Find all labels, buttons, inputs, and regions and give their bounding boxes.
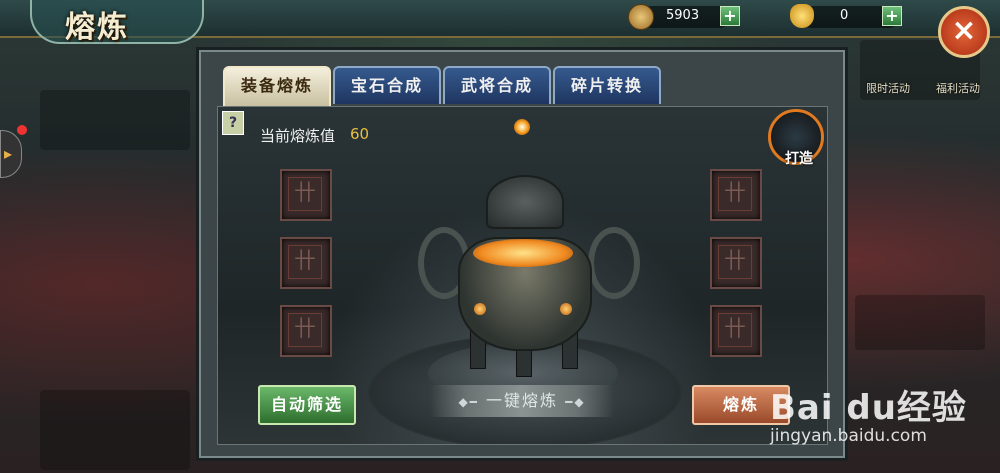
cauldron-handle-right	[588, 227, 640, 299]
tab-fragment-conversion[interactable]: 碎片转换	[553, 66, 661, 104]
equipment-slot[interactable]: 卄	[710, 305, 762, 357]
cauldron-ornament	[560, 303, 572, 315]
equipment-slot[interactable]: 卄	[710, 169, 762, 221]
cauldron-ornament	[474, 303, 486, 315]
tab-equipment-smelting[interactable]: 装备熔炼	[223, 66, 331, 106]
smelting-content: ? 当前熔炼值 60 打造 卄 卄 卄 卄 卄 卄 自动筛选 ◆━ 一键熔炼 ━…	[217, 106, 828, 445]
forge-label[interactable]: 打造	[785, 148, 813, 168]
cauldron-fire	[473, 239, 573, 267]
auto-filter-button[interactable]: 自动筛选	[258, 385, 356, 425]
coin-icon	[628, 4, 654, 30]
smelting-panel: 装备熔炼 宝石合成 武将合成 碎片转换 ? 当前熔炼值 60 打造 卄 卄 卄 …	[199, 50, 845, 458]
equipment-slot[interactable]: 卄	[280, 305, 332, 357]
ornament-icon: ◆━	[458, 395, 479, 409]
slot-icon: 卄	[288, 177, 322, 211]
slot-icon: 卄	[718, 177, 752, 211]
smelt-value: 60	[350, 125, 370, 143]
coin-value: 5903	[666, 8, 700, 23]
equipment-slot[interactable]: 卄	[280, 237, 332, 289]
notification-dot	[17, 125, 27, 135]
tab-general-synthesis[interactable]: 武将合成	[443, 66, 551, 104]
watermark-logo: Bai du经验	[770, 388, 967, 428]
equipment-slot[interactable]: 卄	[280, 169, 332, 221]
slot-icon: 卄	[718, 313, 752, 347]
smelt-value-label: 当前熔炼值	[260, 127, 336, 145]
flame-icon	[514, 119, 530, 135]
help-button[interactable]: ?	[222, 111, 244, 135]
chevron-right-icon: ▸	[4, 144, 13, 163]
watermark-url: jingyan.baidu.com	[770, 426, 927, 446]
welfare-event-label[interactable]: 福利活动	[936, 80, 980, 96]
slot-icon: 卄	[718, 245, 752, 279]
page-title: 熔炼	[65, 10, 129, 45]
ornament-icon: ━◆	[565, 395, 586, 409]
equipment-slot[interactable]: 卄	[710, 237, 762, 289]
ingot-value: 0	[840, 8, 849, 23]
ingot-icon	[790, 4, 814, 28]
add-coins-button[interactable]: +	[720, 6, 740, 26]
cauldron-lid	[486, 175, 564, 229]
tab-gem-synthesis[interactable]: 宝石合成	[333, 66, 441, 104]
one-click-smelt-label: 一键熔炼	[485, 391, 558, 410]
slot-icon: 卄	[288, 313, 322, 347]
limited-event-label[interactable]: 限时活动	[866, 80, 910, 96]
watermark: Bai du经验 jingyan.baidu.com	[770, 380, 967, 446]
slot-icon: 卄	[288, 245, 322, 279]
add-ingots-button[interactable]: +	[882, 6, 902, 26]
one-click-smelt-button[interactable]: ◆━ 一键熔炼 ━◆	[430, 385, 614, 417]
close-button[interactable]: ×	[938, 6, 990, 58]
